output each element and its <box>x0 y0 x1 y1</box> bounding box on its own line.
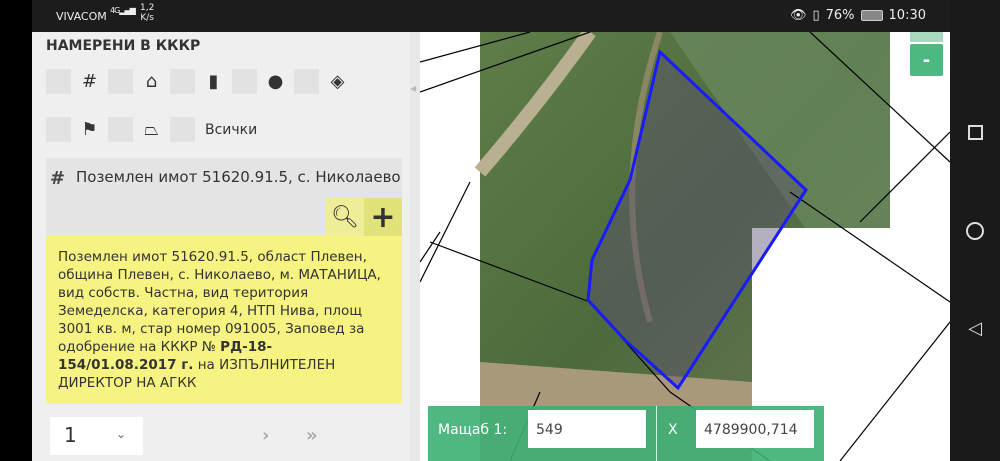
home-button[interactable] <box>964 220 986 242</box>
zoom-in-button[interactable] <box>910 32 943 42</box>
map-canvas <box>420 32 950 461</box>
filter-checkbox[interactable] <box>46 69 71 94</box>
polygon-icon: ⏢ <box>144 119 159 140</box>
filter-row-2: ⚑ ⏢ Всички <box>46 117 257 142</box>
flag-icon: ⚑ <box>81 119 98 140</box>
back-button[interactable]: ◁ <box>964 317 986 339</box>
circle-icon <box>966 222 984 240</box>
filter-checkbox[interactable] <box>108 117 133 142</box>
collapse-arrow-icon[interactable]: ◀ <box>410 84 416 93</box>
x-coordinate-input[interactable]: 4789900,714 <box>696 410 814 448</box>
page-select[interactable]: 1 ⌄ <box>50 417 143 455</box>
all-checkbox[interactable] <box>170 117 195 142</box>
battery-percent: 76% <box>825 8 855 23</box>
filter-row-1: # ⌂ ▮ ● ◈ <box>46 69 356 94</box>
signal-icon: 4G▂▄▆ <box>110 6 136 15</box>
all-label: Всички <box>205 121 258 138</box>
layers-icon: ◈ <box>330 71 345 92</box>
left-edge <box>0 0 32 461</box>
status-bar: VIVACOM 4G▂▄▆ 1,2 K/s 👁 ▯ 76% 10:30 <box>32 0 950 32</box>
panel-title: НАМЕРЕНИ В КККР <box>46 38 201 54</box>
eye-icon: 👁 <box>789 8 807 23</box>
vibrate-icon: ▯ <box>812 8 820 23</box>
result-title: Поземлен имот 51620.91.5, с. Николаево <box>76 168 401 186</box>
add-button[interactable]: + <box>364 198 402 236</box>
x-coordinate-label: X <box>668 422 678 438</box>
map[interactable]: - Мащаб 1: 549 X 4789900,714 <box>420 32 950 461</box>
map-pin-icon: ● <box>267 71 284 92</box>
result-info: Поземлен имот 51620.91.5, област Плевен,… <box>46 236 402 404</box>
network-speed: 1,2 K/s <box>140 3 155 23</box>
home-icon: ⌂ <box>145 71 158 92</box>
panel-splitter[interactable] <box>410 32 420 461</box>
filter-checkbox[interactable] <box>232 69 257 94</box>
door-icon: ▮ <box>208 71 219 92</box>
filter-checkbox[interactable] <box>170 69 195 94</box>
plus-icon: + <box>370 199 396 235</box>
scale-coordinates-bar: Мащаб 1: 549 X 4789900,714 <box>428 406 824 461</box>
filter-checkbox[interactable] <box>46 117 71 142</box>
satellite-imagery <box>474 32 890 461</box>
result-item[interactable]: # Поземлен имот 51620.91.5, с. Николаево… <box>46 158 402 236</box>
battery-icon <box>860 10 883 21</box>
filter-checkbox[interactable] <box>108 69 133 94</box>
square-icon <box>967 124 983 140</box>
back-triangle-icon: ◁ <box>968 317 982 339</box>
results-panel: НАМЕРЕНИ В КККР # ⌂ ▮ ● ◈ ⚑ ⏢ Всички # П… <box>32 32 410 461</box>
last-page-button[interactable]: » <box>306 425 318 446</box>
chevron-down-icon: ⌄ <box>116 427 127 441</box>
recents-button[interactable] <box>964 121 986 143</box>
carrier: VIVACOM <box>56 10 107 23</box>
grid-icon: # <box>81 71 98 92</box>
scale-label: Мащаб 1: <box>438 422 508 438</box>
next-page-button[interactable]: › <box>262 425 269 446</box>
navigation-bar: ◁ <box>950 0 1000 461</box>
zoom-out-button[interactable]: - <box>910 44 943 76</box>
search-icon: 🔍︎ <box>331 204 359 230</box>
scale-input[interactable]: 549 <box>528 410 646 448</box>
zoom-to-button[interactable]: 🔍︎ <box>326 198 364 236</box>
clock: 10:30 <box>888 8 926 23</box>
grid-icon: # <box>50 168 66 189</box>
filter-checkbox[interactable] <box>294 69 319 94</box>
